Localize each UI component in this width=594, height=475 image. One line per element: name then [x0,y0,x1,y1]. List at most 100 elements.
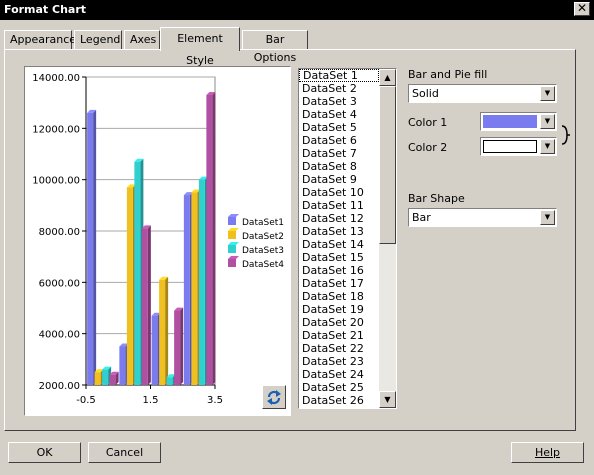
bar [183,195,190,385]
legend-swatch-top [228,242,239,245]
fill-value: Solid [412,87,439,100]
list-item[interactable]: DataSet 3 [299,95,379,108]
shape-label: Bar Shape [408,192,465,205]
y-tick-label: 14000.00 [32,73,80,84]
legend-swatch [228,217,236,225]
tab-bar-options[interactable]: Bar Options [242,30,308,64]
x-tick-label: 1.5 [143,395,159,406]
bar-side [212,91,216,385]
list-item[interactable]: DataSet 14 [299,238,379,251]
y-tick-label: 4000.00 [39,330,80,341]
list-item[interactable]: DataSet 25 [299,381,379,394]
list-item[interactable]: DataSet 1 [299,69,379,82]
list-item[interactable]: DataSet 18 [299,290,379,303]
fill-label: Bar and Pie fill [408,68,488,81]
color1-picker[interactable]: ▼ [480,112,557,131]
list-item[interactable]: DataSet 5 [299,121,379,134]
tab-legend[interactable]: Legend [74,30,122,50]
tab-element-style[interactable]: Element Style [160,27,240,67]
bar [119,346,126,385]
color2-picker[interactable]: ▼ [480,137,557,156]
legend-swatch-top [228,256,239,259]
scroll-down-icon[interactable]: ▼ [379,391,396,408]
chevron-down-icon[interactable]: ▼ [540,210,555,225]
x-tick-label: 3.5 [207,395,223,406]
list-item[interactable]: DataSet 11 [299,199,379,212]
bar-side [165,276,169,385]
y-tick-label: 6000.00 [39,278,80,289]
cancel-button[interactable]: Cancel [88,442,161,463]
legend-label: DataSet2 [242,232,284,242]
legend-swatch-top [228,214,239,217]
list-item[interactable]: DataSet 22 [299,342,379,355]
bar [206,94,213,385]
list-item[interactable]: DataSet 10 [299,186,379,199]
scroll-up-icon[interactable]: ▲ [379,69,396,86]
bar [198,179,205,385]
scroll-thumb[interactable] [379,86,396,244]
list-item[interactable]: DataSet 19 [299,303,379,316]
bar [151,315,158,385]
chevron-down-icon[interactable]: ▼ [540,139,555,154]
bar [174,310,181,385]
y-tick-label: 12000.00 [32,124,80,135]
shape-value: Bar [412,211,431,224]
list-item[interactable]: DataSet 2 [299,82,379,95]
list-item[interactable]: DataSet 17 [299,277,379,290]
list-scrollbar[interactable]: ▲ ▼ [379,69,396,408]
legend-label: DataSet4 [242,260,284,270]
bar-side [180,307,184,385]
list-item[interactable]: DataSet 15 [299,251,379,264]
list-item[interactable]: DataSet 9 [299,173,379,186]
list-item[interactable]: DataSet 20 [299,316,379,329]
list-item[interactable]: DataSet 21 [299,329,379,342]
list-item[interactable]: DataSet 13 [299,225,379,238]
window-titlebar: Format Chart ✕ [0,0,594,20]
bar-side [93,109,97,385]
color1-swatch [483,115,537,128]
chevron-down-icon[interactable]: ▼ [540,114,555,129]
y-tick-label: 8000.00 [39,227,80,238]
list-item[interactable]: DataSet 12 [299,212,379,225]
bar [126,187,133,385]
legend-swatch [228,231,236,239]
list-item[interactable]: DataSet 6 [299,134,379,147]
color1-label: Color 1 [408,116,448,129]
list-item[interactable]: DataSet 26 [299,394,379,407]
legend-swatch [228,245,236,253]
bar [159,279,166,385]
x-tick-label: -0.5 [76,395,96,406]
list-item[interactable]: DataSet 8 [299,160,379,173]
legend-swatch-top [228,228,239,231]
y-tick-label: 10000.00 [32,176,80,187]
window-title: Format Chart [4,3,87,16]
chart-svg: 2000.00 4000.00 6000.00 8000.00 10000.00 1200… [32,73,284,406]
bar [166,377,173,385]
bar [94,372,101,385]
close-button[interactable]: ✕ [574,2,590,16]
bar [141,228,148,385]
shape-select[interactable]: Bar ▼ [408,208,557,227]
color2-swatch [483,140,537,153]
list-item[interactable]: DataSet 7 [299,147,379,160]
list-item[interactable]: DataSet 24 [299,368,379,381]
bar [87,112,94,385]
y-tick-label: 2000.00 [39,381,80,392]
help-button[interactable]: Help [511,442,584,463]
bar-side [147,225,151,385]
list-item[interactable]: DataSet 4 [299,108,379,121]
legend-swatch [228,259,236,267]
tab-axes[interactable]: Axes [124,30,160,50]
swap-colors-icon[interactable] [560,124,572,146]
list-item[interactable]: DataSet 23 [299,355,379,368]
list-item[interactable]: DataSet 16 [299,264,379,277]
dataset-list[interactable]: DataSet 1 DataSet 2 DataSet 3 DataSet 4 Data… [298,68,397,409]
bar [102,369,109,385]
color2-label: Color 2 [408,141,448,154]
tab-appearance[interactable]: Appearance [4,30,76,50]
bar [109,374,116,385]
refresh-button[interactable] [262,385,286,409]
ok-button[interactable]: OK [8,442,81,463]
fill-select[interactable]: Solid ▼ [408,84,557,103]
chevron-down-icon[interactable]: ▼ [540,86,555,101]
